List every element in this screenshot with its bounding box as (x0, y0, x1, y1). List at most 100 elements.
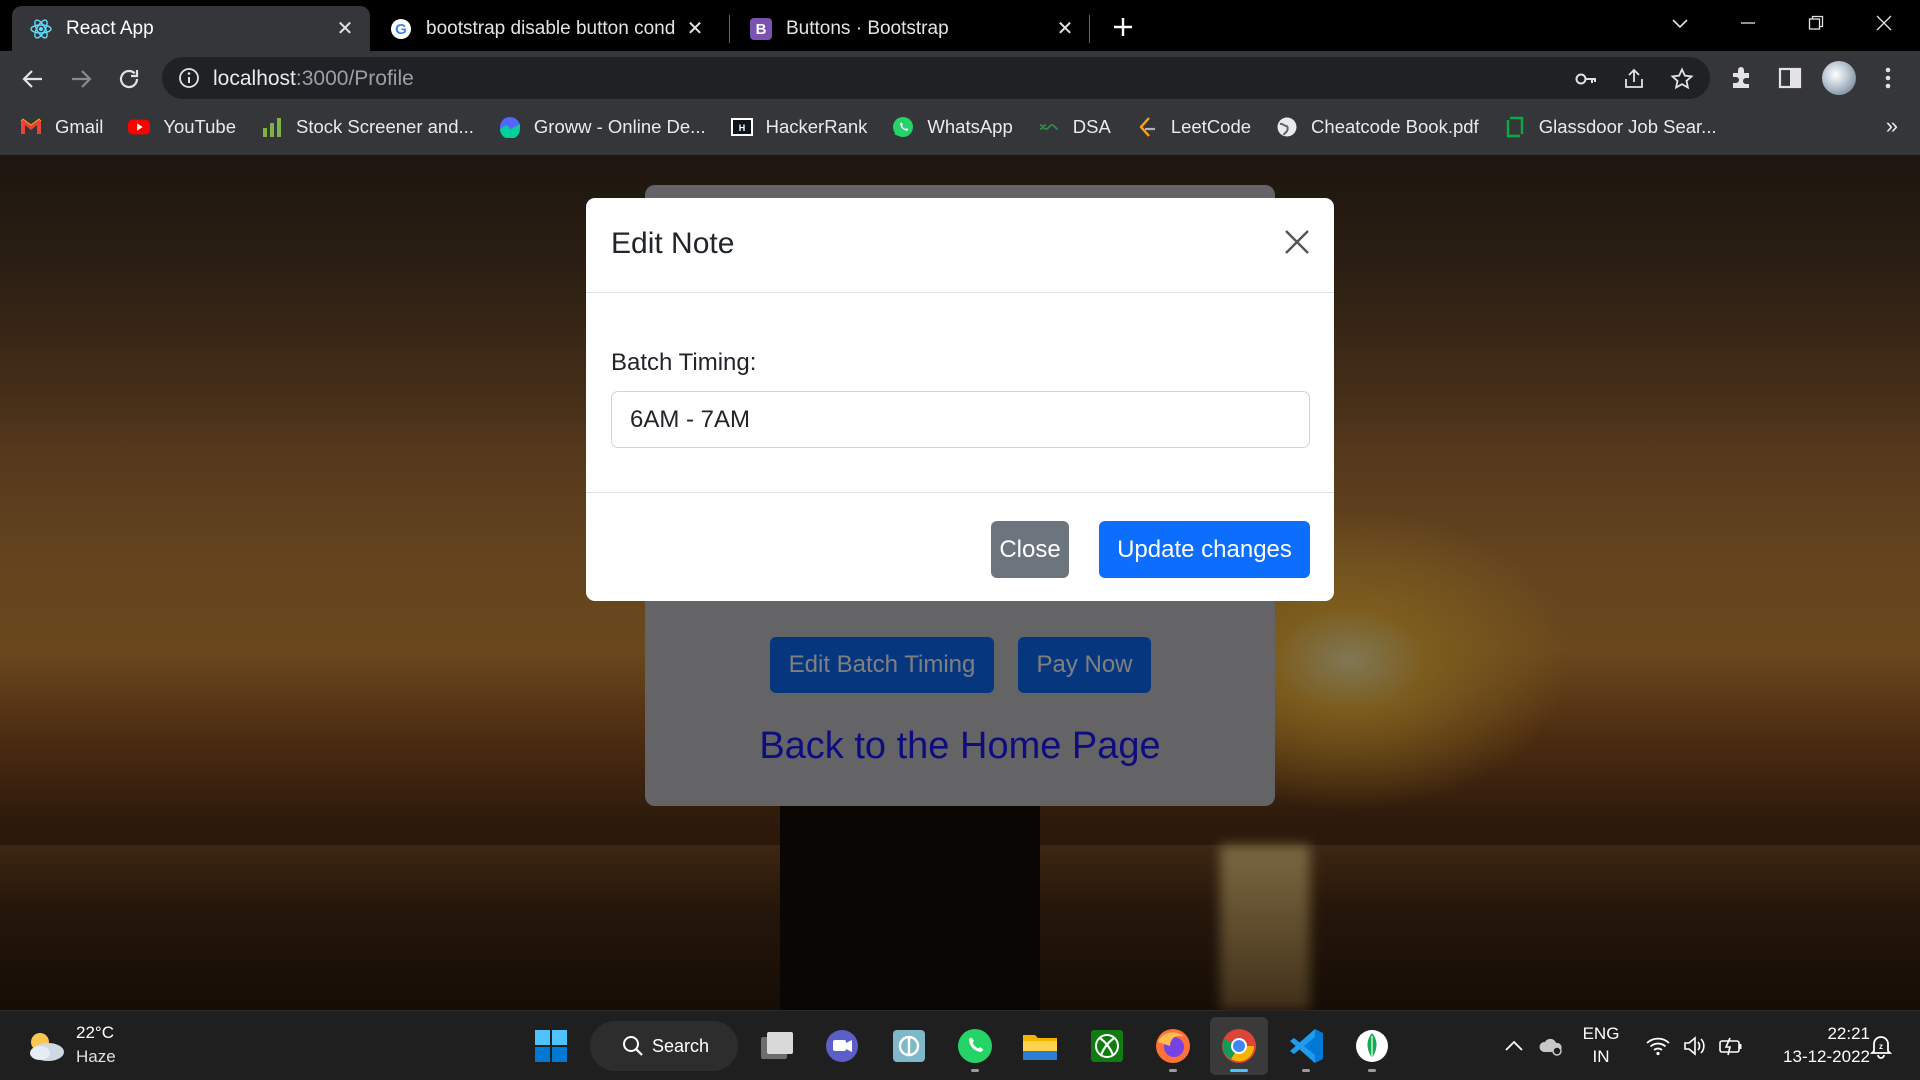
start-button[interactable] (531, 1026, 571, 1066)
new-tab-button[interactable] (1108, 12, 1138, 42)
tab-title: Buttons · Bootstrap (786, 17, 949, 39)
bookmark-youtube[interactable]: YouTube (128, 116, 236, 138)
dsa-icon (1038, 116, 1060, 138)
show-hidden-icons-chevron-icon[interactable] (1501, 1033, 1527, 1059)
tab-title: bootstrap disable button conditio (426, 17, 676, 39)
taskbar-chrome[interactable] (1210, 1017, 1268, 1075)
close-icon (1876, 15, 1892, 31)
star-icon[interactable] (1670, 67, 1694, 91)
bookmark-groww[interactable]: Groww - Online De... (499, 116, 706, 138)
language-region[interactable]: IN (1580, 1047, 1622, 1067)
back-button[interactable] (16, 62, 50, 96)
bookmark-dsa[interactable]: DSA (1038, 116, 1111, 138)
onedrive-cloud-icon[interactable] (1538, 1033, 1564, 1059)
kebab-menu-icon[interactable] (1874, 64, 1902, 92)
svg-text:G: G (395, 21, 407, 38)
forward-button[interactable] (64, 62, 98, 96)
hackerrank-icon: H (730, 116, 753, 138)
bookmark-gmail[interactable]: Gmail (20, 116, 103, 138)
taskbar-app-photos[interactable] (889, 1026, 929, 1066)
glassdoor-icon (1504, 116, 1526, 138)
weather-description: Haze (76, 1047, 116, 1066)
modal-header: Edit Note (586, 198, 1334, 293)
google-icon: G (390, 18, 412, 40)
taskbar-firefox[interactable] (1153, 1026, 1193, 1066)
url-path: :3000/Profile (295, 67, 414, 90)
leetcode-icon (1136, 116, 1158, 138)
taskbar-xbox[interactable] (1087, 1026, 1127, 1066)
weather-haze-icon[interactable] (24, 1026, 66, 1066)
minimize-button[interactable] (1728, 8, 1768, 38)
close-button[interactable]: Close (991, 521, 1069, 578)
bookmark-label: Glassdoor Job Sear... (1538, 116, 1717, 137)
key-icon[interactable] (1574, 67, 1598, 91)
tab-bootstrap-buttons[interactable]: B Buttons · Bootstrap ✕ (732, 6, 1090, 51)
app-icon (893, 1030, 925, 1062)
groww-icon (499, 116, 521, 138)
close-icon (1285, 230, 1309, 254)
language-code[interactable]: ENG (1580, 1024, 1622, 1044)
task-view-button[interactable] (757, 1026, 797, 1066)
share-icon[interactable] (1622, 67, 1646, 91)
side-panel-icon[interactable] (1776, 64, 1804, 92)
modal-close-x-button[interactable] (1282, 227, 1312, 257)
mongodb-leaf-icon (1356, 1030, 1388, 1062)
gmail-icon (20, 116, 42, 138)
address-bar[interactable]: localhost:3000/Profile (162, 57, 1710, 99)
tab-google-search[interactable]: G bootstrap disable button conditio ✕ (372, 6, 720, 51)
taskbar-vscode[interactable] (1286, 1026, 1326, 1066)
globe-icon (1276, 116, 1298, 138)
vscode-icon (1290, 1029, 1323, 1063)
bookmarks-bar: Gmail YouTube Stock Screener and... Grow… (0, 108, 1920, 146)
taskbar-teams-chat[interactable] (822, 1026, 862, 1066)
tab-react-app[interactable]: React App ✕ (12, 6, 370, 51)
taskbar-search[interactable]: Search (590, 1021, 738, 1071)
extensions-puzzle-icon[interactable] (1728, 64, 1756, 92)
update-changes-button[interactable]: Update changes (1099, 521, 1310, 578)
search-icon (623, 1036, 643, 1056)
close-tab-icon[interactable]: ✕ (684, 18, 706, 40)
bookmark-label: Cheatcode Book.pdf (1311, 116, 1479, 137)
reload-button[interactable] (112, 62, 146, 96)
bookmark-hackerrank[interactable]: H HackerRank (730, 116, 867, 138)
bookmark-leetcode[interactable]: LeetCode (1136, 116, 1251, 138)
taskbar-mongodb-compass[interactable] (1352, 1026, 1392, 1066)
close-window-button[interactable] (1864, 8, 1904, 38)
taskbar-file-explorer[interactable] (1020, 1026, 1060, 1066)
notifications-bell-icon[interactable]: z (1868, 1033, 1894, 1059)
bookmark-whatsapp[interactable]: WhatsApp (892, 116, 1013, 138)
bookmark-label: Gmail (55, 116, 104, 137)
bookmark-stock-screener[interactable]: Stock Screener and... (261, 116, 474, 138)
running-indicator (1368, 1069, 1376, 1072)
windows-logo-icon (535, 1030, 567, 1062)
taskbar-whatsapp[interactable] (955, 1026, 995, 1066)
bookmark-label: YouTube (163, 116, 237, 137)
bookmarks-overflow-button[interactable]: » (1886, 113, 1898, 139)
reload-icon (119, 69, 139, 89)
wifi-icon[interactable] (1645, 1033, 1671, 1059)
bookmark-glassdoor[interactable]: Glassdoor Job Sear... (1504, 116, 1717, 138)
clock-time[interactable]: 22:21 (1758, 1024, 1870, 1044)
url-text[interactable]: localhost:3000/Profile (213, 67, 414, 91)
close-tab-icon[interactable]: ✕ (1054, 18, 1076, 40)
info-icon[interactable] (178, 67, 200, 89)
restore-button[interactable] (1796, 8, 1836, 38)
restore-icon (1808, 15, 1824, 30)
tab-search-chevron-icon[interactable] (1660, 8, 1700, 38)
running-indicator (1169, 1069, 1177, 1072)
whatsapp-icon (892, 116, 914, 138)
stock-chart-icon (261, 116, 283, 138)
bookmark-label: Groww - Online De... (533, 116, 706, 137)
batch-timing-input[interactable] (611, 391, 1310, 448)
tab-title: React App (66, 17, 154, 39)
bookmark-cheatcode-book[interactable]: Cheatcode Book.pdf (1276, 116, 1479, 138)
task-view-icon (761, 1032, 793, 1059)
svg-text:H: H (738, 123, 745, 133)
clock-date[interactable]: 13-12-2022 (1758, 1047, 1870, 1067)
close-tab-icon[interactable]: ✕ (334, 18, 356, 40)
chrome-icon (1222, 1029, 1256, 1063)
volume-icon[interactable] (1682, 1033, 1708, 1059)
arrow-right-icon (72, 70, 92, 88)
profile-avatar[interactable] (1822, 61, 1856, 95)
battery-charging-icon[interactable] (1718, 1033, 1744, 1059)
